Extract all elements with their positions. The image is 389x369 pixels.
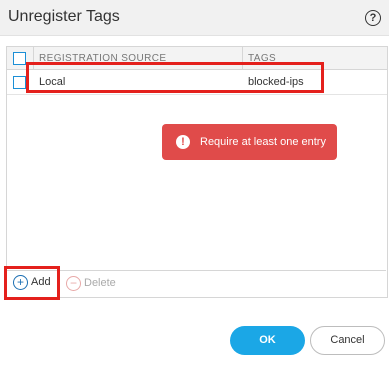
ok-button[interactable]: OK bbox=[230, 326, 305, 355]
select-all-checkbox[interactable] bbox=[13, 52, 26, 65]
error-message-badge: ! Require at least one entry bbox=[162, 124, 337, 160]
delete-label: Delete bbox=[84, 277, 116, 289]
add-label: Add bbox=[31, 276, 51, 288]
row-highlight-box bbox=[26, 62, 324, 93]
add-button[interactable]: + Add bbox=[4, 266, 60, 300]
cancel-button[interactable]: Cancel bbox=[310, 326, 385, 355]
row-checkbox[interactable] bbox=[13, 76, 26, 89]
grid-toolbar bbox=[6, 270, 386, 297]
error-message: Require at least one entry bbox=[200, 136, 326, 148]
dialog-title: Unregister Tags bbox=[8, 8, 120, 25]
plus-circle-icon: + bbox=[13, 275, 28, 290]
error-icon: ! bbox=[176, 135, 190, 149]
dialog-titlebar: Unregister Tags ? bbox=[0, 0, 389, 36]
minus-circle-icon: − bbox=[66, 276, 81, 291]
help-icon[interactable]: ? bbox=[365, 10, 381, 26]
